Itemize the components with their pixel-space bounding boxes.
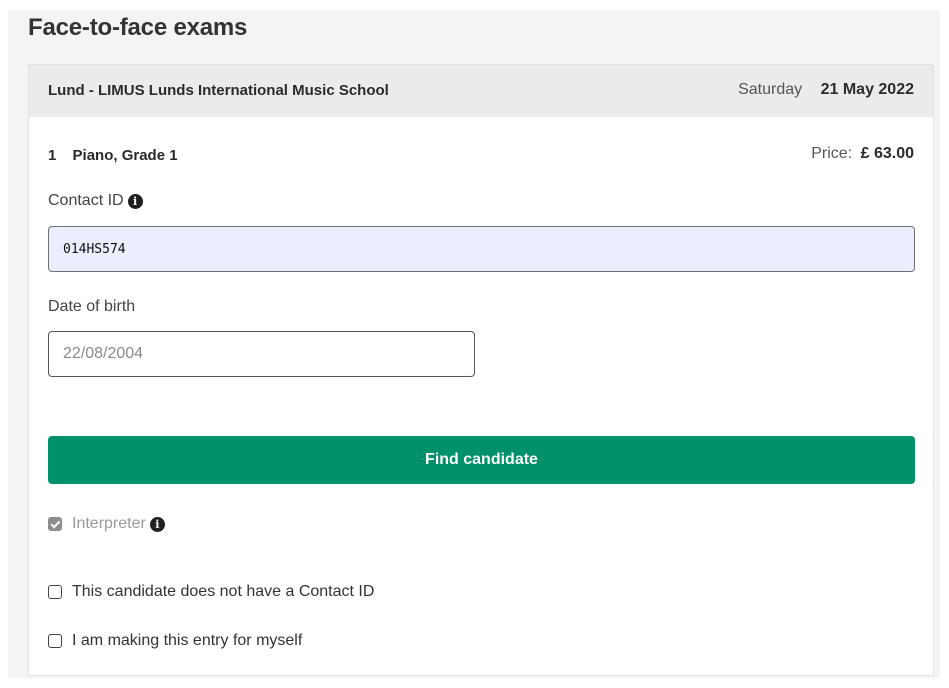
contact-id-input[interactable] [48,226,915,272]
no-contact-id-option: This candidate does not have a Contact I… [48,583,374,601]
find-candidate-button[interactable]: Find candidate [48,436,915,484]
venue-name: Lund - LIMUS Lunds International Music S… [48,82,389,99]
dob-label-text: Date of birth [48,298,136,315]
exam-date: Saturday 21 May 2022 [738,81,914,99]
exam-price: Price: £ 63.00 [811,145,914,163]
info-icon[interactable]: i [149,516,165,532]
exam-date-value: 21 May 2022 [820,81,914,98]
entry-for-myself-option: I am making this entry for myself [48,632,302,650]
no-contact-id-checkbox[interactable] [48,585,62,599]
exam-name: Piano, Grade 1 [72,147,178,164]
price-value: £ 63.00 [860,145,914,162]
exam-number: 1 [48,147,57,164]
interpreter-option: Interpreter i [48,515,165,533]
exam-title: 1 Piano, Grade 1 [48,147,178,164]
dob-label: Date of birth [48,298,135,316]
exam-day: Saturday [738,81,803,98]
date-of-birth-input[interactable] [48,331,475,377]
card-header: Lund - LIMUS Lunds International Music S… [29,65,933,117]
interpreter-checkbox[interactable] [48,517,62,531]
info-icon[interactable]: i [127,193,143,209]
exam-entry-card: Lund - LIMUS Lunds International Music S… [28,64,934,676]
contact-id-label: Contact ID i [48,192,143,210]
page-title: Face-to-face exams [28,14,248,41]
entry-for-myself-label[interactable]: I am making this entry for myself [72,632,302,650]
contact-id-label-text: Contact ID [48,192,124,209]
no-contact-id-label[interactable]: This candidate does not have a Contact I… [72,583,374,601]
entry-for-myself-checkbox[interactable] [48,634,62,648]
interpreter-label: Interpreter [72,515,146,532]
price-label: Price: [811,145,853,162]
